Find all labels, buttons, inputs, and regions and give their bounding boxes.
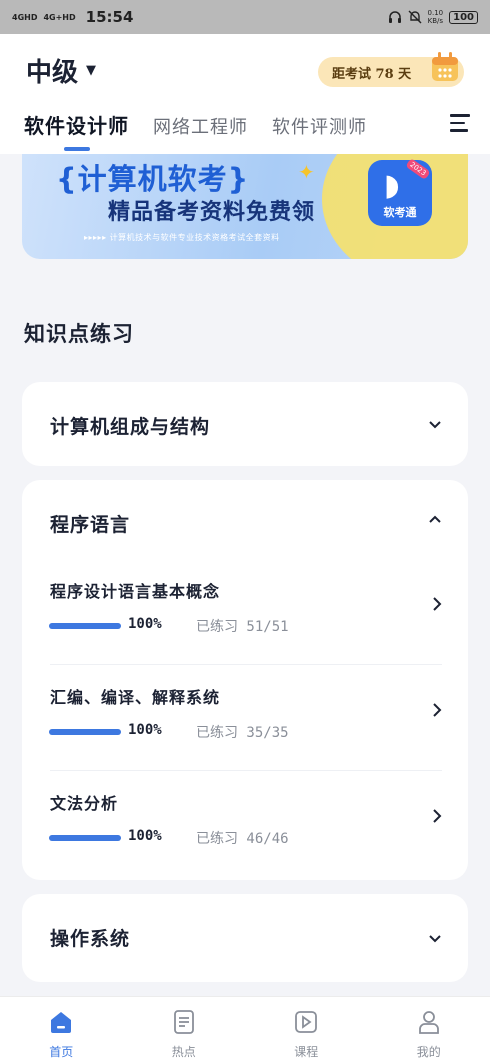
category-title[interactable]: 程序语言 [50, 510, 130, 537]
progress-bar [49, 729, 121, 735]
category-card-expanded: 程序语言 程序设计语言基本概念 100% 已练习 51/51 汇编、编译、解释系… [22, 480, 468, 880]
practice-count: 已练习 46/46 [196, 828, 289, 848]
tab-hot[interactable]: 热点 [123, 997, 246, 1060]
promo-banner[interactable]: {计算机软考} ✦ 精品备考资料免费领 ▸▸▸▸▸ 计算机技术与软件专业技术资格… [22, 154, 468, 259]
app-logo-mark: ◗ [384, 168, 400, 203]
category-card[interactable]: 操作系统 [22, 894, 468, 982]
sparkle-icon: ✦ [298, 160, 315, 184]
tab-profile[interactable]: 我的 [368, 997, 490, 1060]
practice-count: 已练习 51/51 [196, 616, 289, 636]
list-item[interactable]: 文法分析 100% 已练习 46/46 [22, 790, 468, 896]
tab-label: 热点 [123, 1043, 246, 1060]
category-title: 操作系统 [50, 924, 130, 951]
battery-indicator: 100 [449, 11, 478, 24]
caret-down-icon: ▼ [86, 63, 96, 78]
exam-tabs: 软件设计师 网络工程师 软件评测师 [24, 110, 367, 139]
calendar-icon [430, 51, 460, 83]
tab-network-engineer[interactable]: 网络工程师 [153, 113, 248, 139]
signal-indicator-1: 4GHD [12, 13, 37, 22]
app-name: 软考通 [368, 204, 432, 220]
item-title: 文法分析 [50, 790, 118, 814]
list-item[interactable]: 程序设计语言基本概念 100% 已练习 51/51 [22, 578, 468, 684]
chevron-down-icon [428, 932, 442, 946]
document-icon [171, 1009, 197, 1035]
chevron-down-icon [428, 418, 442, 432]
status-bar: 4GHD 4G+HD 15:54 0.10 KB/s 100 [0, 0, 490, 34]
category-title: 计算机组成与结构 [50, 412, 210, 439]
category-card[interactable]: 计算机组成与结构 [22, 382, 468, 466]
tab-courses[interactable]: 课程 [245, 997, 368, 1060]
tab-label: 课程 [245, 1043, 368, 1060]
divider [50, 664, 442, 665]
headphones-icon [388, 10, 402, 24]
exam-countdown-badge[interactable]: 距考试 78 天 [318, 57, 464, 87]
banner-subtitle: 精品备考资料免费领 [108, 194, 315, 226]
tab-home[interactable]: 首页 [0, 997, 123, 1060]
status-time: 15:54 [86, 8, 134, 26]
home-icon [48, 1009, 74, 1035]
tab-software-tester[interactable]: 软件评测师 [272, 113, 367, 139]
progress-percent: 100% [128, 616, 162, 632]
user-icon [416, 1009, 442, 1035]
tab-label: 首页 [0, 1043, 123, 1060]
chevron-right-icon [432, 596, 442, 612]
level-selector[interactable]: 中级 ▼ [26, 52, 96, 89]
practice-count: 已练习 35/35 [196, 722, 289, 742]
net-speed: 0.10 KB/s [428, 9, 444, 25]
chevron-right-icon [432, 808, 442, 824]
list-item[interactable]: 汇编、编译、解释系统 100% 已练习 35/35 [22, 684, 468, 790]
tab-label: 我的 [368, 1043, 490, 1060]
progress-bar [49, 623, 121, 629]
countdown-text: 距考试 78 天 [332, 63, 411, 82]
knowledge-practice-section: 知识点练习 计算机组成与结构 程序语言 程序设计语言基本概念 100% 已练习 … [0, 290, 490, 1000]
progress-percent: 100% [128, 722, 162, 738]
tab-software-designer[interactable]: 软件设计师 [24, 110, 129, 139]
progress-bar [49, 835, 121, 841]
banner-title: {计算机软考} [56, 156, 249, 198]
item-title: 程序设计语言基本概念 [50, 578, 220, 602]
header: 中级 ▼ 距考试 78 天 软件设计师 网络工程师 软件评测师 [0, 34, 490, 154]
chevron-right-icon [432, 702, 442, 718]
bottom-tab-bar: 首页 热点 课程 我的 [0, 996, 490, 1060]
banner-note: ▸▸▸▸▸ 计算机技术与软件专业技术资格考试全套资料 [84, 232, 280, 243]
play-icon [293, 1009, 319, 1035]
progress-percent: 100% [128, 828, 162, 844]
divider [50, 770, 442, 771]
menu-icon[interactable] [450, 114, 470, 137]
section-title: 知识点练习 [24, 318, 134, 348]
level-label: 中级 [26, 52, 78, 89]
chevron-up-icon[interactable] [428, 512, 442, 526]
mute-bell-icon [408, 10, 422, 24]
app-logo: 2023 ◗ 软考通 [368, 160, 432, 226]
item-title: 汇编、编译、解释系统 [50, 684, 220, 708]
signal-indicator-2: 4G+HD [43, 13, 75, 22]
